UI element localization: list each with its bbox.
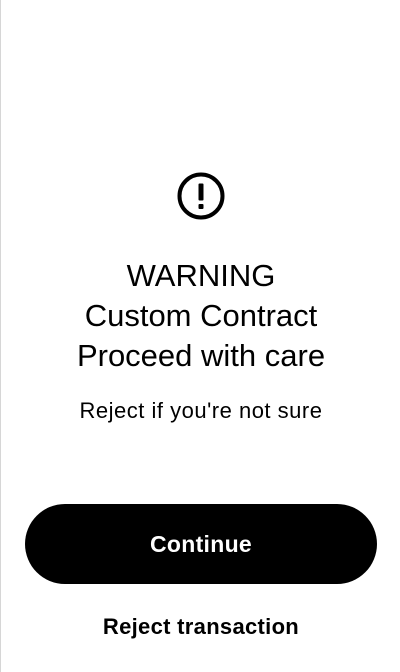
warning-title-line: WARNING xyxy=(126,258,276,293)
contract-type-title-line: Custom Contract xyxy=(84,298,318,333)
warning-title: WARNING Custom Contract Proceed with car… xyxy=(1,256,400,376)
warning-screen: WARNING Custom Contract Proceed with car… xyxy=(0,0,400,672)
warning-subtitle: Reject if you're not sure xyxy=(79,398,323,423)
exclamation-circle-icon-graphic xyxy=(177,172,225,220)
caution-title-line: Proceed with care xyxy=(76,338,326,373)
exclamation-circle-icon xyxy=(177,172,225,220)
continue-button[interactable]: Continue xyxy=(25,504,377,584)
reject-transaction-button[interactable]: Reject transaction xyxy=(1,612,400,642)
